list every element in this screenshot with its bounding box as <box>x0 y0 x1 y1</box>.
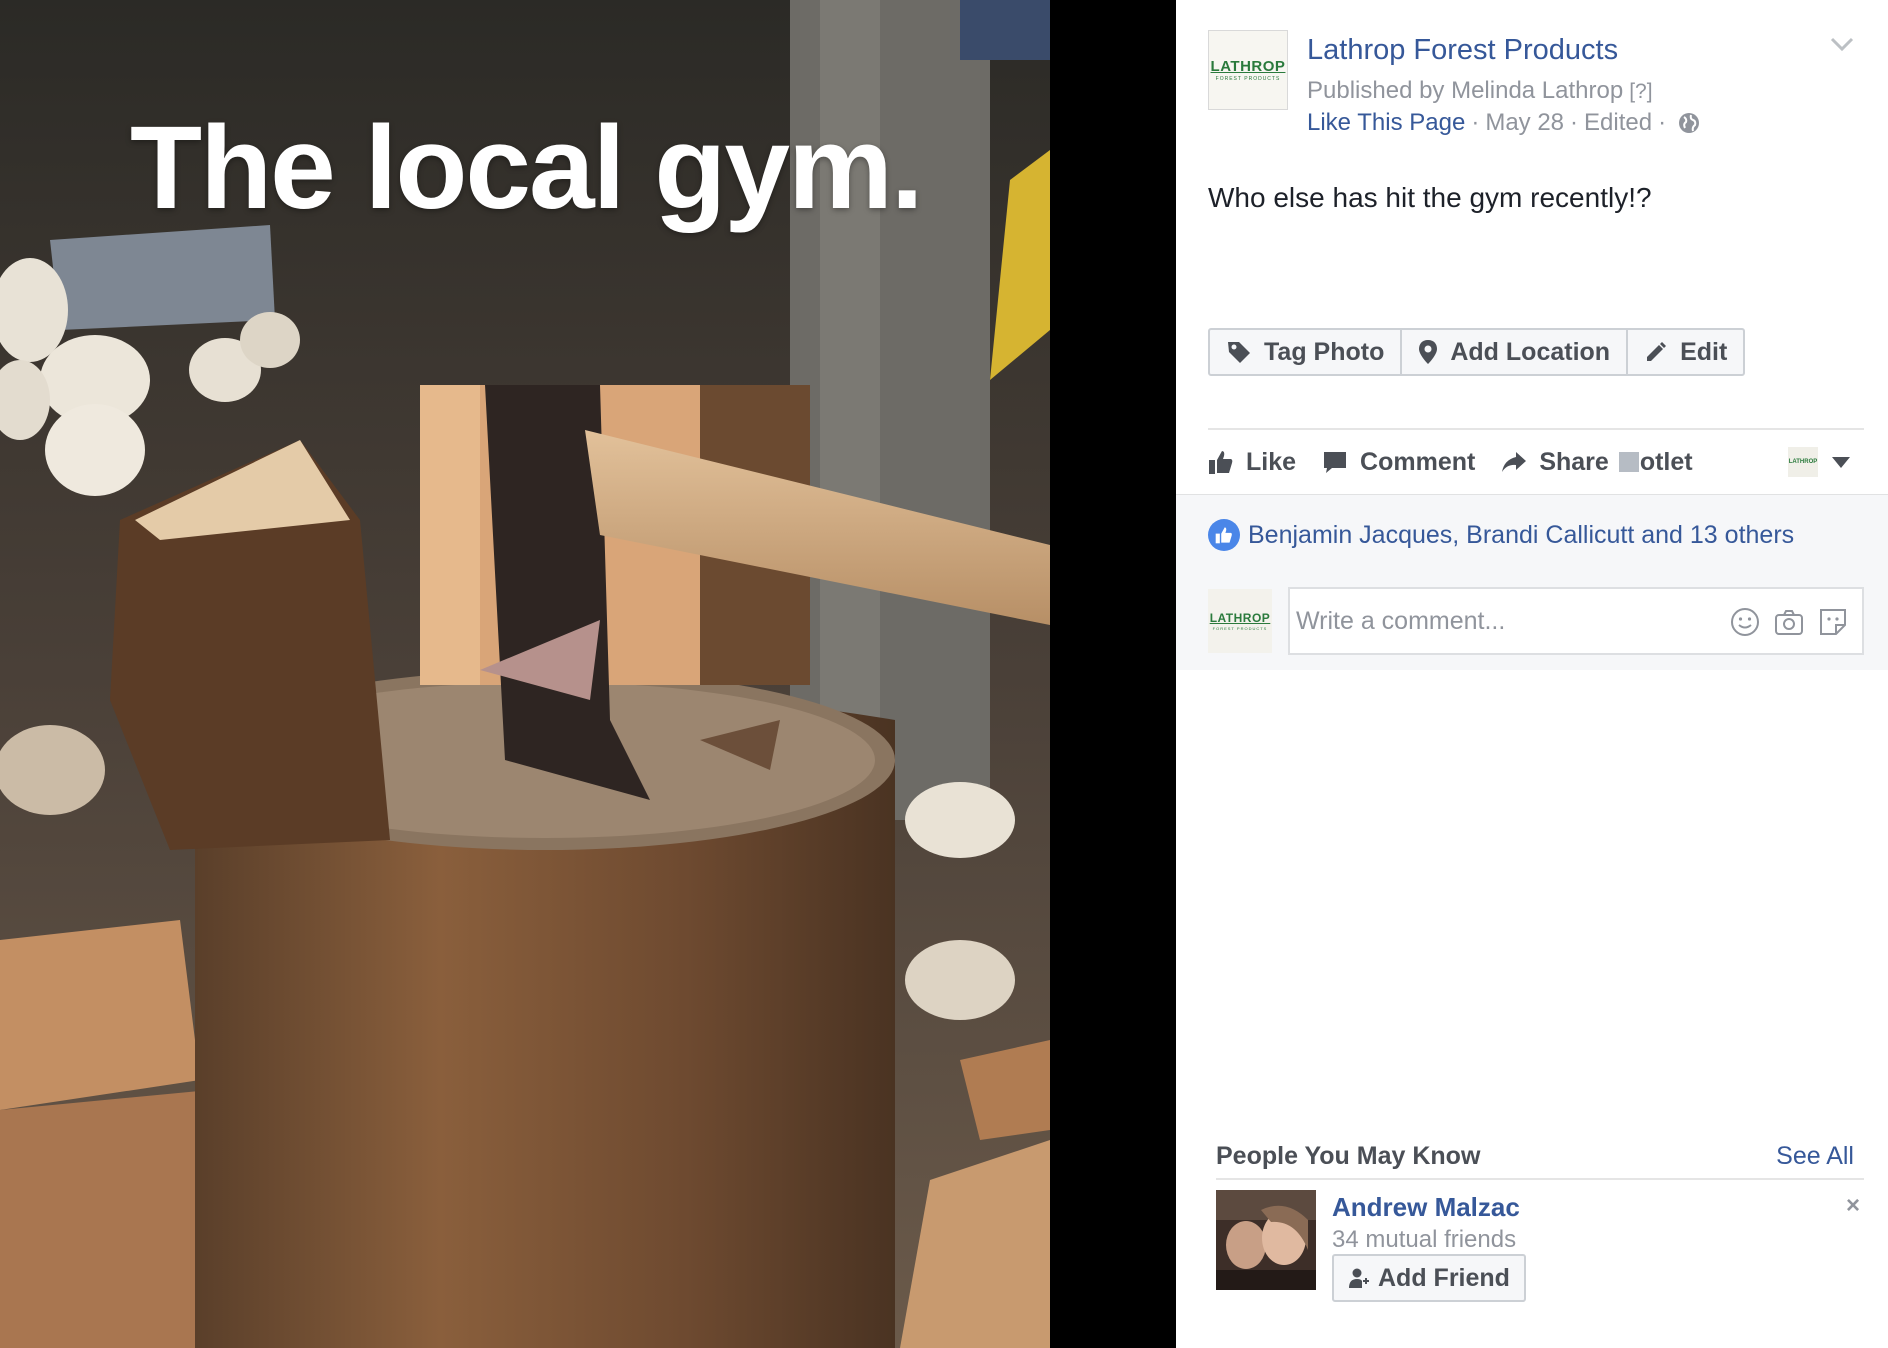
commenter-logo-word: LATHROP <box>1209 611 1271 625</box>
like-page-link[interactable]: Like This Page <box>1307 109 1465 137</box>
separator-dot: · <box>1658 109 1667 136</box>
separator-dot: · <box>1570 109 1579 136</box>
help-marker[interactable]: [?] <box>1629 80 1652 103</box>
tag-icon <box>1228 342 1250 363</box>
comment-composer: LATHROP FOREST PRODUCTS Write a comment.… <box>1208 587 1864 657</box>
pymk-person: Andrew Malzac 34 mutual friends Add Frie… <box>1216 1190 1864 1310</box>
globe-icon[interactable] <box>1678 112 1700 134</box>
actor-selector[interactable]: LATHROP <box>1788 447 1850 477</box>
published-by-text: Published by Melinda Lathrop <box>1307 77 1624 104</box>
logo-sub: FOREST PRODUCTS <box>1215 76 1281 82</box>
chevron-down-icon[interactable] <box>1830 36 1854 52</box>
mutual-friends[interactable]: 34 mutual friends <box>1332 1226 1516 1254</box>
thumbs-up-small-icon <box>1215 527 1232 544</box>
add-location-button[interactable]: Add Location <box>1402 330 1629 374</box>
post-status-text: Who else has hit the gym recently!? <box>1208 182 1652 213</box>
logo-word: LATHROP <box>1210 58 1286 75</box>
comment-tools <box>1716 607 1848 637</box>
add-friend-button[interactable]: Add Friend <box>1332 1254 1526 1302</box>
likes-text: Benjamin Jacques, Brandi Callicutt and 1… <box>1248 520 1795 549</box>
pymk-header: People You May Know See All <box>1216 1140 1864 1180</box>
comment-placeholder: Write a comment... <box>1296 606 1506 635</box>
share-button[interactable]: Share <box>1501 447 1609 477</box>
feedback-area: Benjamin Jacques, Brandi Callicutt and 1… <box>1176 494 1888 670</box>
separator-dot: · <box>1471 109 1480 136</box>
page-avatar[interactable]: LATHROP FOREST PRODUCTS <box>1208 30 1288 110</box>
comment-input[interactable]: Write a comment... <box>1288 587 1864 655</box>
post-header-area: LATHROP FOREST PRODUCTS Lathrop Forest P… <box>1176 0 1888 494</box>
published-by: Published by Melinda Lathrop [?] <box>1307 77 1653 105</box>
add-location-label: Add Location <box>1450 337 1611 366</box>
hootlet-label: otlet <box>1639 447 1693 476</box>
person-photo-image <box>1216 1190 1316 1290</box>
emoji-icon[interactable] <box>1730 607 1760 637</box>
post-meta: Like This Page · May 28 · Edited · <box>1307 109 1700 137</box>
like-button[interactable]: Like <box>1208 448 1296 477</box>
hootlet-icon <box>1618 451 1639 472</box>
add-friend-label: Add Friend <box>1378 1263 1510 1292</box>
caret-down-icon <box>1832 456 1850 468</box>
edit-button[interactable]: Edit <box>1628 330 1743 374</box>
actor-avatar: LATHROP <box>1788 447 1818 477</box>
share-label: Share <box>1539 447 1609 476</box>
pencil-icon <box>1647 342 1667 361</box>
post-date[interactable]: May 28 <box>1485 109 1564 137</box>
like-label: Like <box>1246 447 1297 476</box>
commenter-logo-sub: FOREST PRODUCTS <box>1212 626 1268 631</box>
post-photo[interactable]: The local gym. <box>0 0 1050 1348</box>
comment-button[interactable]: Comment <box>1322 448 1475 477</box>
location-pin-icon <box>1419 340 1438 364</box>
commenter-avatar: LATHROP FOREST PRODUCTS <box>1208 589 1272 653</box>
hootlet-button[interactable]: otlet <box>1618 447 1693 477</box>
comment-bubble-icon <box>1324 452 1347 473</box>
post-actions: Like Comment Share otlet <box>1208 442 1693 482</box>
share-arrow-icon <box>1502 452 1527 472</box>
person-avatar[interactable] <box>1216 1190 1316 1290</box>
tag-photo-button[interactable]: Tag Photo <box>1210 330 1403 374</box>
pymk-title: People You May Know <box>1216 1141 1481 1170</box>
actor-logo-word: LATHROP <box>1788 459 1818 465</box>
tag-photo-label: Tag Photo <box>1264 337 1385 366</box>
likes-summary[interactable]: Benjamin Jacques, Brandi Callicutt and 1… <box>1208 519 1794 551</box>
post-panel: LATHROP FOREST PRODUCTS Lathrop Forest P… <box>1176 0 1888 1348</box>
divider <box>1208 428 1864 430</box>
see-all-link[interactable]: See All <box>1776 1142 1854 1171</box>
photo-action-buttons: Tag Photo Add Location Edit <box>1208 328 1746 376</box>
like-reaction-icon <box>1208 519 1240 551</box>
theater-gap <box>1050 0 1176 1348</box>
sticker-icon[interactable] <box>1818 607 1848 637</box>
edited-label[interactable]: Edited <box>1584 109 1652 137</box>
thumbs-up-icon <box>1209 451 1233 474</box>
page-name-link[interactable]: Lathrop Forest Products <box>1307 34 1618 67</box>
close-icon[interactable]: × <box>1846 1192 1860 1220</box>
people-you-may-know: People You May Know See All Andrew Malza… <box>1216 1140 1864 1310</box>
camera-icon[interactable] <box>1774 607 1804 637</box>
add-friend-icon <box>1349 1268 1369 1288</box>
photo-caption: The local gym. <box>130 102 924 234</box>
edit-label: Edit <box>1680 337 1728 366</box>
comment-label: Comment <box>1360 447 1476 476</box>
person-name-link[interactable]: Andrew Malzac <box>1332 1192 1520 1223</box>
